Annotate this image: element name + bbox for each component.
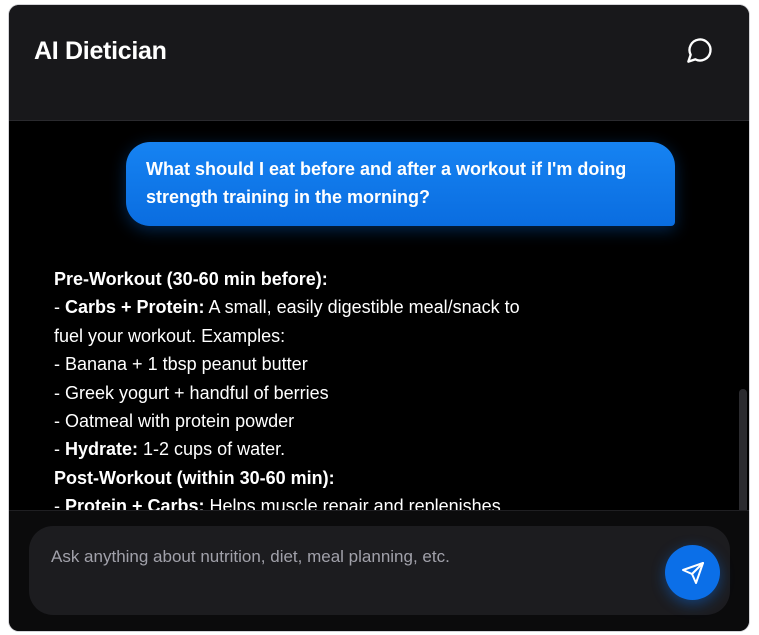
- pre-carbs-line-2: fuel your workout. Examples:: [54, 325, 286, 346]
- pre-carbs-line: - Carbs + Protein: A small, easily diges…: [54, 297, 520, 318]
- message-input[interactable]: [49, 546, 653, 568]
- hydrate-label: Hydrate:: [65, 439, 139, 460]
- chat-app: AI Dietician What should I eat before an…: [9, 5, 749, 631]
- header: AI Dietician: [9, 5, 749, 121]
- composer: [9, 510, 749, 631]
- message-circle-icon: [687, 38, 712, 63]
- send-icon: [681, 561, 704, 584]
- user-message: What should I eat before and after a wor…: [126, 142, 675, 226]
- pre-workout-heading: Pre-Workout (30-60 min before):: [54, 269, 328, 289]
- pre-carbs-label: Carbs + Protein:: [65, 297, 205, 318]
- hydrate-text: 1-2 cups of water.: [138, 439, 286, 460]
- page-title: AI Dietician: [34, 37, 167, 65]
- composer-box: [29, 526, 730, 615]
- hydrate-line: - Hydrate: 1-2 cups of water.: [54, 439, 286, 460]
- post-protein-text: Helps muscle repair and replenishes: [204, 496, 501, 510]
- pre-carbs-text: A small, easily digestible meal/snack to: [204, 297, 520, 318]
- example-item: - Greek yogurt + handful of berries: [54, 382, 329, 403]
- post-protein-line: - Protein + Carbs: Helps muscle repair a…: [54, 492, 594, 510]
- assistant-message: Pre-Workout (30-60 min before): - Carbs …: [54, 265, 594, 510]
- post-protein-label: Protein + Carbs:: [65, 496, 205, 510]
- post-workout-heading: Post-Workout (within 30-60 min):: [54, 467, 335, 488]
- new-chat-button[interactable]: [685, 35, 715, 65]
- example-item: - Oatmeal with protein powder: [54, 411, 295, 432]
- message-list[interactable]: What should I eat before and after a wor…: [9, 121, 749, 510]
- example-item: - Banana + 1 tbsp peanut butter: [54, 354, 308, 375]
- send-button[interactable]: [665, 545, 720, 600]
- scrollbar-thumb[interactable]: [739, 389, 747, 510]
